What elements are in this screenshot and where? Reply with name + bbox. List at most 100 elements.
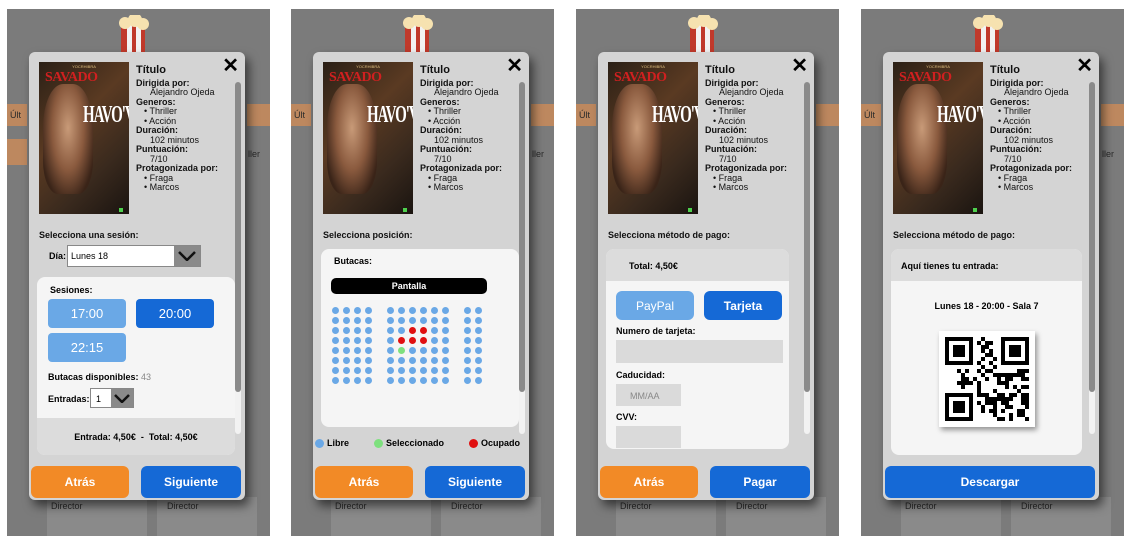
scrollbar[interactable] [519, 82, 525, 434]
scrollbar[interactable] [1089, 82, 1095, 434]
seat[interactable] [332, 357, 339, 364]
seat[interactable] [354, 317, 361, 324]
seat[interactable] [343, 337, 350, 344]
seat[interactable] [442, 327, 449, 334]
seat[interactable] [332, 337, 339, 344]
back-button[interactable]: Atrás [600, 466, 698, 498]
seat[interactable] [387, 307, 394, 314]
day-select[interactable]: Lunes 18 [67, 245, 201, 267]
seat[interactable] [343, 377, 350, 384]
session-button-selected[interactable]: 20:00 [136, 299, 214, 328]
seat[interactable] [398, 367, 405, 374]
seat[interactable] [442, 337, 449, 344]
seat[interactable] [398, 327, 405, 334]
seat[interactable] [442, 317, 449, 324]
seat[interactable] [387, 367, 394, 374]
seat-taken[interactable] [398, 337, 405, 344]
seat[interactable] [420, 307, 427, 314]
seat[interactable] [420, 367, 427, 374]
seat[interactable] [431, 347, 438, 354]
paypal-button[interactable]: PayPal [616, 291, 694, 320]
seat[interactable] [464, 307, 471, 314]
seat[interactable] [387, 347, 394, 354]
seat[interactable] [332, 327, 339, 334]
cvv-input[interactable] [616, 426, 681, 448]
card-number-input[interactable] [616, 340, 783, 363]
session-button[interactable]: 17:00 [48, 299, 126, 328]
chevron-down-icon[interactable] [174, 246, 200, 266]
seat-taken[interactable] [420, 337, 427, 344]
entries-select[interactable]: 1 [90, 388, 134, 408]
chevron-down-icon[interactable] [111, 389, 133, 407]
seat[interactable] [387, 317, 394, 324]
seat[interactable] [343, 317, 350, 324]
seat[interactable] [464, 337, 471, 344]
seat[interactable] [354, 347, 361, 354]
seat[interactable] [365, 347, 372, 354]
seat[interactable] [464, 377, 471, 384]
seat[interactable] [464, 357, 471, 364]
seat[interactable] [475, 367, 482, 374]
seat[interactable] [387, 377, 394, 384]
seat[interactable] [387, 357, 394, 364]
scrollbar[interactable] [804, 82, 810, 434]
seat[interactable] [409, 317, 416, 324]
seat[interactable] [409, 367, 416, 374]
seat[interactable] [332, 307, 339, 314]
seat[interactable] [398, 357, 405, 364]
seat[interactable] [431, 377, 438, 384]
seat[interactable] [442, 367, 449, 374]
back-button[interactable]: Atrás [315, 466, 413, 498]
seat[interactable] [354, 307, 361, 314]
seat[interactable] [365, 317, 372, 324]
seat-taken[interactable] [409, 327, 416, 334]
scrollbar[interactable] [235, 82, 241, 434]
seat[interactable] [354, 327, 361, 334]
seat[interactable] [431, 307, 438, 314]
seat[interactable] [464, 317, 471, 324]
seat[interactable] [409, 377, 416, 384]
seat[interactable] [442, 307, 449, 314]
seat[interactable] [475, 307, 482, 314]
seat[interactable] [475, 377, 482, 384]
seat[interactable] [431, 357, 438, 364]
pay-button[interactable]: Pagar [710, 466, 810, 498]
seat[interactable] [387, 337, 394, 344]
seat[interactable] [442, 357, 449, 364]
seat[interactable] [398, 377, 405, 384]
seat[interactable] [343, 367, 350, 374]
seat[interactable] [354, 367, 361, 374]
seat[interactable] [365, 377, 372, 384]
seat[interactable] [332, 367, 339, 374]
seat[interactable] [332, 377, 339, 384]
seat[interactable] [332, 347, 339, 354]
seat-taken[interactable] [409, 337, 416, 344]
seat[interactable] [431, 367, 438, 374]
seat[interactable] [464, 347, 471, 354]
seat-taken[interactable] [420, 327, 427, 334]
session-button[interactable]: 22:15 [48, 333, 126, 362]
seat[interactable] [365, 337, 372, 344]
seat[interactable] [387, 327, 394, 334]
seat[interactable] [420, 347, 427, 354]
seat[interactable] [431, 337, 438, 344]
seat-selected[interactable] [398, 347, 405, 354]
seat[interactable] [420, 357, 427, 364]
seat[interactable] [332, 317, 339, 324]
seat[interactable] [475, 347, 482, 354]
seat[interactable] [354, 357, 361, 364]
next-button[interactable]: Siguiente [425, 466, 525, 498]
back-button[interactable]: Atrás [31, 466, 129, 498]
seat[interactable] [409, 347, 416, 354]
seat[interactable] [365, 307, 372, 314]
next-button[interactable]: Siguiente [141, 466, 241, 498]
seat[interactable] [420, 377, 427, 384]
seat[interactable] [431, 317, 438, 324]
seat[interactable] [343, 347, 350, 354]
download-button[interactable]: Descargar [885, 466, 1095, 498]
seat[interactable] [475, 357, 482, 364]
expiry-input[interactable]: MM/AA [616, 384, 681, 406]
seat[interactable] [365, 367, 372, 374]
seat[interactable] [354, 377, 361, 384]
seat[interactable] [464, 367, 471, 374]
